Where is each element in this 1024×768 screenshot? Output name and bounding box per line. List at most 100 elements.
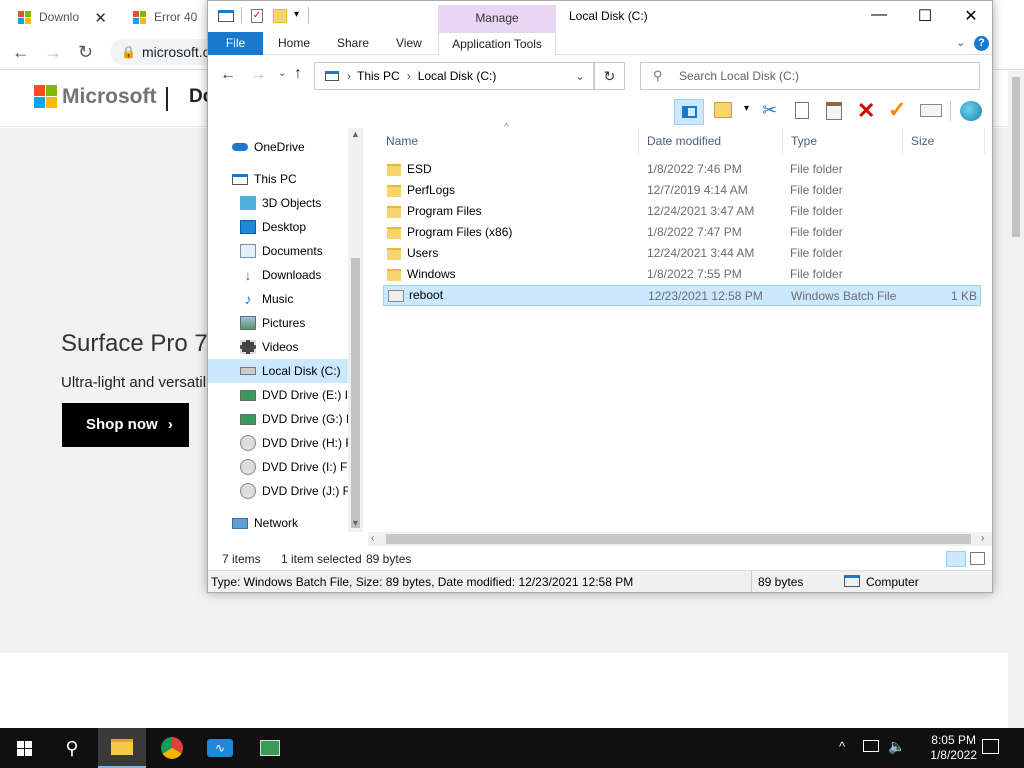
nav-item-dvd-g[interactable]: DVD Drive (G:) ES (208, 407, 348, 431)
browser-tab-1[interactable]: Downlo ✕ (0, 0, 115, 34)
scrollbar-thumb[interactable] (386, 534, 971, 544)
clock[interactable]: 8:05 PM 1/8/2022 (930, 733, 977, 763)
up-arrow-icon[interactable]: ↑ (294, 65, 302, 83)
minimize-icon[interactable]: — (856, 6, 902, 24)
paste-icon[interactable] (826, 102, 842, 120)
help-icon[interactable]: ? (974, 36, 989, 51)
nav-item-music[interactable]: ♪ Music (208, 287, 348, 311)
refresh-button[interactable]: ↻ (594, 62, 625, 90)
back-arrow-icon[interactable]: ← (12, 42, 30, 63)
nav-item-dvd-i[interactable]: DVD Drive (I:) FR (208, 455, 348, 479)
scroll-right-icon[interactable]: › (981, 532, 984, 546)
close-tab-icon[interactable]: ✕ (94, 9, 107, 27)
tab-home[interactable]: Home (278, 32, 310, 55)
tab-view[interactable]: View (396, 32, 422, 55)
start-button[interactable] (0, 728, 48, 768)
new-folder-icon[interactable] (273, 9, 287, 23)
speaker-muted-icon[interactable]: 🔈 (888, 738, 905, 755)
nav-item-dvd-e[interactable]: DVD Drive (E:) IR (208, 383, 348, 407)
properties-icon[interactable]: ✓ (251, 9, 263, 23)
table-row[interactable]: Users 12/24/2021 3:44 AM File folder (383, 243, 981, 264)
forward-arrow-icon[interactable]: → (44, 42, 62, 63)
close-icon[interactable]: ✕ (948, 6, 994, 26)
nav-item-network[interactable]: Network (208, 511, 348, 532)
cut-icon[interactable]: ✂ (762, 100, 777, 121)
nav-item-3d-objects[interactable]: 3D Objects (208, 191, 348, 215)
breadcrumb-local-disk[interactable]: Local Disk (C:) (418, 63, 497, 89)
tab-application-tools[interactable]: Application Tools (438, 32, 556, 55)
file-list-horizontal-scrollbar[interactable]: ‹ › (368, 532, 992, 546)
nav-item-local-disk-c[interactable]: Local Disk (C:) (208, 359, 348, 383)
column-header-name[interactable]: Name (378, 128, 639, 154)
nav-item-downloads[interactable]: ↓ Downloads (208, 263, 348, 287)
rename-icon[interactable] (920, 104, 942, 117)
address-bar[interactable]: › This PC › Local Disk (C:) ⌄ (314, 62, 594, 90)
shop-now-button[interactable]: Shop now › (62, 403, 189, 447)
tab-file[interactable]: File (208, 32, 263, 55)
scroll-down-icon[interactable]: ▼ (351, 518, 360, 528)
table-row-selected[interactable]: reboot 12/23/2021 12:58 PM Windows Batch… (383, 285, 981, 306)
address-dropdown-icon[interactable]: ⌄ (575, 63, 585, 89)
column-header-date-modified[interactable]: Date modified (639, 128, 783, 154)
back-arrow-icon[interactable]: ← (220, 66, 236, 84)
nav-pane-scrollbar[interactable]: ▲ ▼ (348, 128, 363, 532)
copy-icon[interactable] (795, 102, 809, 119)
tab-share[interactable]: Share (337, 32, 369, 55)
chevron-right-icon[interactable]: › (407, 63, 411, 89)
nav-item-desktop[interactable]: Desktop (208, 215, 348, 239)
chevron-up-icon[interactable]: ^ (839, 739, 845, 754)
scroll-left-icon[interactable]: ‹ (371, 532, 374, 546)
microsoft-logo-icon[interactable] (34, 85, 57, 108)
details-view-icon[interactable] (946, 551, 966, 567)
nav-item-this-pc[interactable]: This PC (208, 167, 348, 191)
taskbar-setup-app[interactable] (246, 728, 294, 768)
column-header-size[interactable]: Size (903, 128, 985, 154)
nav-item-pictures[interactable]: Pictures (208, 311, 348, 335)
taskbar-file-explorer[interactable] (98, 728, 146, 768)
shell-icon[interactable] (960, 101, 982, 121)
reload-icon[interactable]: ↻ (78, 42, 93, 63)
nav-item-onedrive[interactable]: OneDrive (208, 135, 348, 159)
expand-ribbon-icon[interactable]: ⌄ (956, 36, 965, 49)
maximize-icon[interactable]: ☐ (902, 6, 948, 26)
layout-dropdown-icon[interactable]: ▾ (744, 103, 749, 114)
nav-label: This PC (254, 172, 297, 186)
table-row[interactable]: ESD 1/8/2022 7:46 PM File folder (383, 159, 981, 180)
table-row[interactable]: Program Files 12/24/2021 3:47 AM File fo… (383, 201, 981, 222)
search-input[interactable]: ⚲ Search Local Disk (C:) (640, 62, 980, 90)
table-row[interactable]: Windows 1/8/2022 7:55 PM File folder (383, 264, 981, 285)
column-header-type[interactable]: Type (783, 128, 903, 154)
table-row[interactable]: PerfLogs 12/7/2019 4:14 AM File folder (383, 180, 981, 201)
taskbar-monitor-app[interactable]: ∿ (196, 728, 244, 768)
forward-arrow-icon[interactable]: → (250, 66, 266, 84)
file-type: File folder (790, 225, 843, 239)
checkmark-icon[interactable]: ✓ (888, 97, 906, 123)
scrollbar-thumb[interactable] (1012, 77, 1020, 237)
file-type: Windows Batch File (791, 289, 897, 303)
file-list: ^ Name Date modified Type Size ESD 1/8/2… (368, 122, 992, 532)
network-status-icon[interactable] (863, 740, 879, 752)
breadcrumb-this-pc[interactable]: This PC (357, 63, 400, 89)
title-bar[interactable]: ✓ ▾ Manage Local Disk (C:) — ☐ ✕ (208, 1, 992, 32)
browser-scrollbar[interactable] (1008, 71, 1024, 728)
quick-access-dropdown-icon[interactable]: ▾ (294, 9, 299, 20)
refresh-icon: ↻ (603, 68, 616, 84)
large-icons-view-icon[interactable] (970, 552, 985, 565)
nav-item-videos[interactable]: Videos (208, 335, 348, 359)
table-row[interactable]: Program Files (x86) 1/8/2022 7:47 PM Fil… (383, 222, 981, 243)
nav-item-dvd-j[interactable]: DVD Drive (J:) FR (208, 479, 348, 503)
recent-locations-icon[interactable]: ⌄ (278, 68, 286, 79)
chevron-right-icon[interactable]: › (347, 63, 351, 89)
delete-icon[interactable]: ✕ (857, 98, 875, 124)
browser-tab-2[interactable]: Error 40 (115, 0, 207, 34)
nav-item-documents[interactable]: Documents (208, 239, 348, 263)
preview-pane-button[interactable] (674, 99, 704, 125)
taskbar-chrome[interactable] (148, 728, 196, 768)
nav-item-dvd-h[interactable]: DVD Drive (H:) F (208, 431, 348, 455)
download-arrow-icon: ↓ (244, 267, 252, 283)
scrollbar-thumb[interactable] (351, 258, 360, 528)
search-button[interactable]: ⚲ (48, 728, 96, 768)
notifications-icon[interactable] (982, 739, 999, 754)
layout-icon[interactable] (714, 102, 732, 118)
scroll-up-icon[interactable]: ▲ (351, 129, 360, 139)
